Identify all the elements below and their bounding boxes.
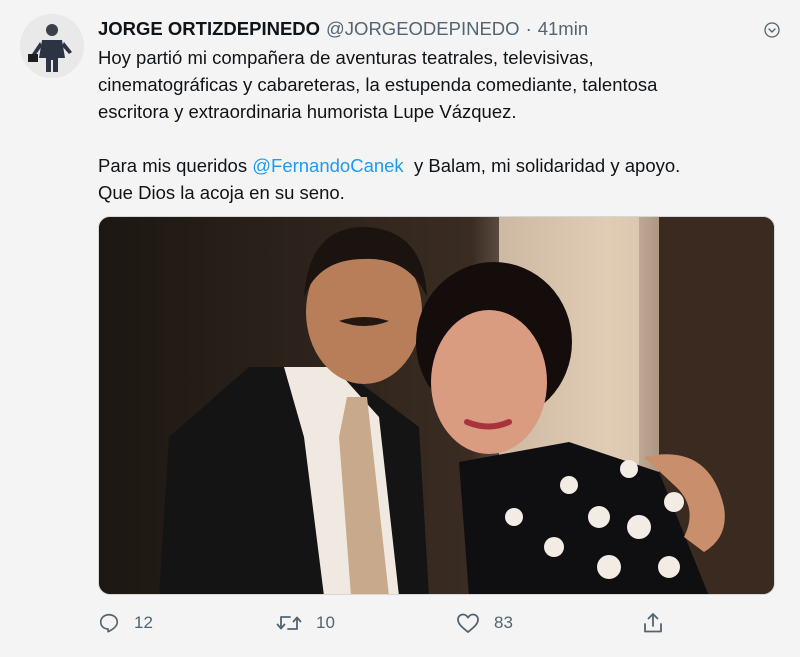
like-button[interactable]: 83 xyxy=(456,608,513,638)
text-line: cinematográficas y cabareteras, la estup… xyxy=(98,74,658,95)
avatar-image xyxy=(20,14,84,78)
timestamp[interactable]: 41min xyxy=(538,18,588,40)
text-fragment: Para mis queridos xyxy=(98,155,253,176)
tweet-photo[interactable] xyxy=(98,216,775,595)
tweet-card: JORGE ORTIZDEPINEDO @JORGEODEPINEDO · 41… xyxy=(0,0,800,657)
share-button[interactable] xyxy=(642,608,664,638)
photo-image xyxy=(99,217,774,594)
retweet-icon xyxy=(276,616,302,630)
text-line: Hoy partió mi compañera de aventuras tea… xyxy=(98,47,594,68)
user-handle[interactable]: @JORGEODEPINEDO xyxy=(326,18,520,40)
text-line: Que Dios la acoja en su seno. xyxy=(98,182,345,203)
retweet-count: 10 xyxy=(316,613,335,632)
tweet-text: Hoy partió mi compañera de aventuras tea… xyxy=(98,44,778,206)
share-icon xyxy=(644,613,662,633)
display-name[interactable]: JORGE ORTIZDEPINEDO xyxy=(98,18,320,40)
separator-dot: · xyxy=(525,18,532,39)
text-line: escritora y extraordinaria humorista Lup… xyxy=(98,101,517,122)
heart-icon xyxy=(457,613,479,633)
reply-button[interactable]: 12 xyxy=(98,608,153,638)
chevron-down-icon xyxy=(764,22,780,38)
mention-link[interactable]: @FernandoCanek xyxy=(252,155,403,176)
text-fragment: y Balam, mi solidaridad y apoyo. xyxy=(403,155,681,176)
tweet-actions: 12 10 83 xyxy=(98,608,678,638)
avatar[interactable] xyxy=(20,14,84,78)
more-options-button[interactable] xyxy=(764,22,780,38)
reply-icon xyxy=(99,613,119,633)
reply-count: 12 xyxy=(134,613,153,632)
retweet-button[interactable]: 10 xyxy=(276,608,335,638)
text-line: Para mis queridos @FernandoCanek y Balam… xyxy=(98,152,778,179)
like-count: 83 xyxy=(494,613,513,632)
tweet-header: JORGE ORTIZDEPINEDO @JORGEODEPINEDO · 41… xyxy=(98,16,780,42)
